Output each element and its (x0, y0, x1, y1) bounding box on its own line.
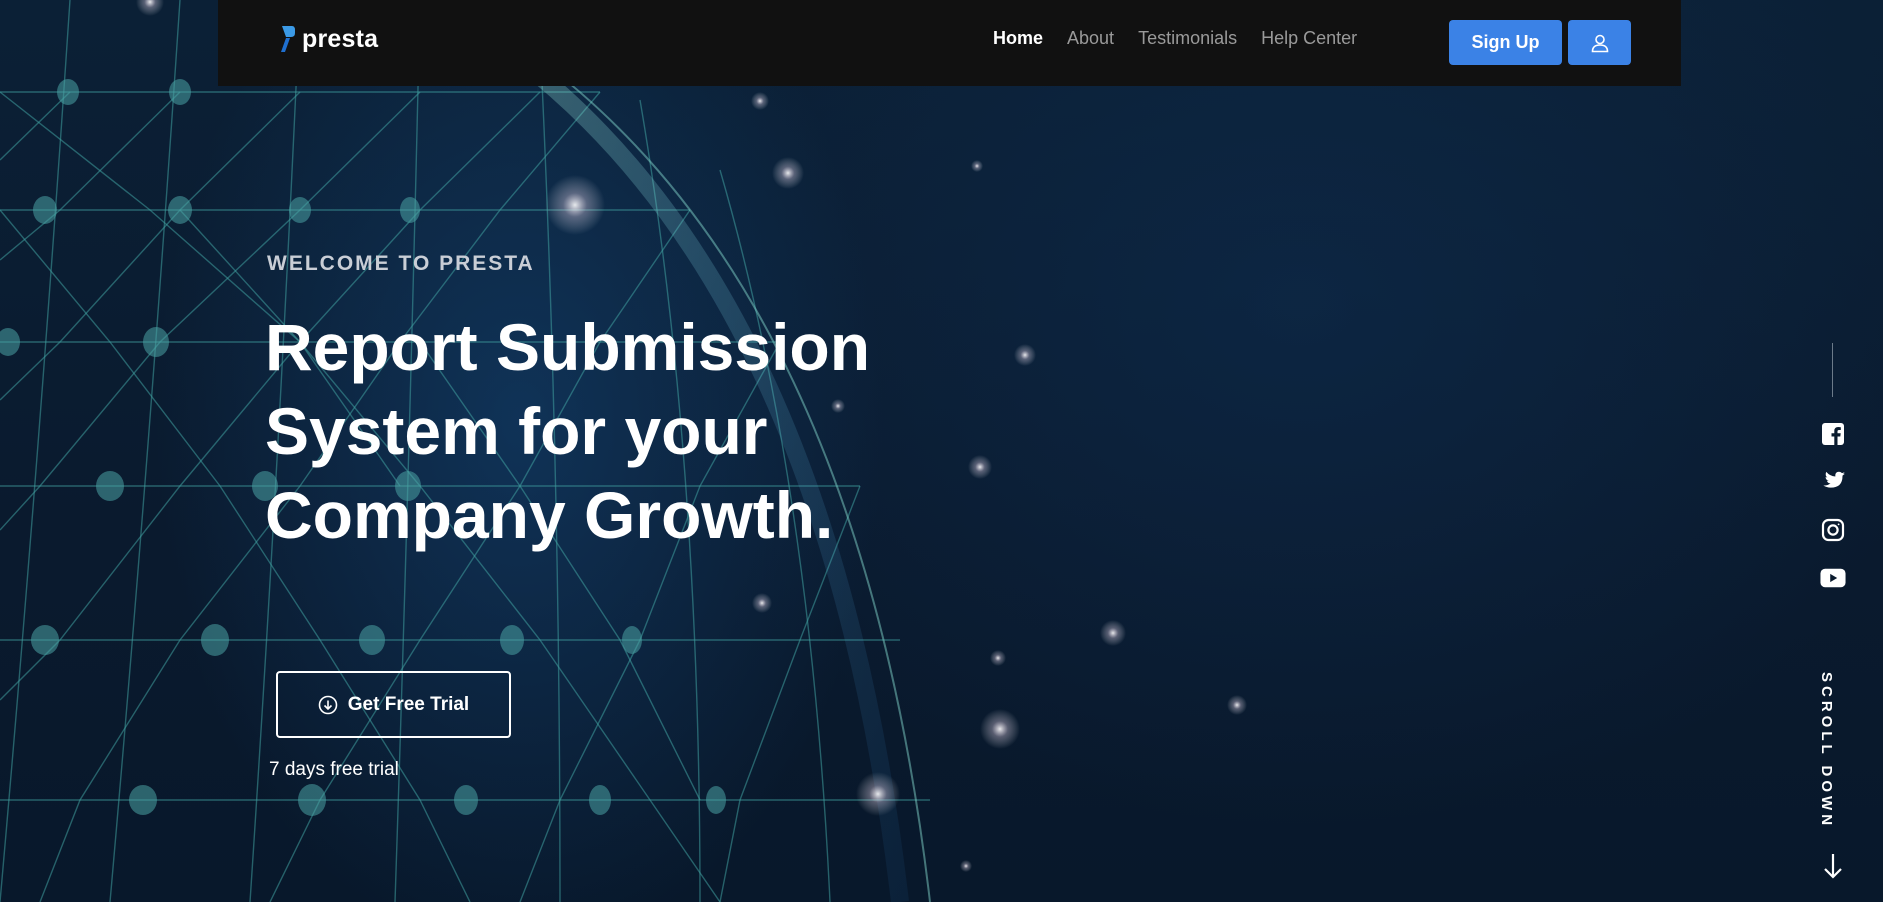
user-account-button[interactable] (1568, 20, 1631, 65)
nav-link-testimonials[interactable]: Testimonials (1138, 28, 1237, 49)
nav-link-home[interactable]: Home (993, 28, 1043, 49)
rail-divider (1832, 343, 1833, 397)
brand-name: presta (302, 24, 379, 53)
brand-logo[interactable]: presta (280, 24, 378, 54)
user-icon (1591, 34, 1608, 52)
facebook-icon[interactable] (1820, 421, 1846, 447)
get-free-trial-button[interactable]: Get Free Trial (276, 671, 511, 738)
headline-line: Company Growth. (265, 478, 834, 552)
sign-up-button[interactable]: Sign Up (1449, 20, 1562, 65)
presta-logo-icon (281, 26, 295, 52)
arrow-down-icon[interactable] (1821, 852, 1845, 880)
headline-line: Report Submission (265, 310, 871, 384)
get-free-trial-label: Get Free Trial (347, 693, 470, 715)
nav-link-about[interactable]: About (1067, 28, 1114, 49)
top-navbar: presta Home About Testimonials Help Cent… (218, 0, 1681, 86)
youtube-icon[interactable] (1820, 565, 1846, 591)
instagram-icon[interactable] (1820, 517, 1846, 543)
trial-note: 7 days free trial (269, 759, 399, 780)
scroll-down-label[interactable]: SCROLL DOWN (1818, 672, 1835, 829)
nav-link-help-center[interactable]: Help Center (1261, 28, 1357, 49)
hero-eyebrow: WELCOME TO PRESTA (267, 252, 535, 275)
download-circle-icon (318, 695, 338, 714)
main-nav: Home About Testimonials Help Center (993, 28, 1357, 49)
hero-section: presta Home About Testimonials Help Cent… (0, 0, 1883, 902)
headline-line: System for your (265, 394, 768, 468)
twitter-icon[interactable] (1820, 469, 1846, 495)
hero-headline: Report Submission System for your Compan… (265, 305, 965, 557)
